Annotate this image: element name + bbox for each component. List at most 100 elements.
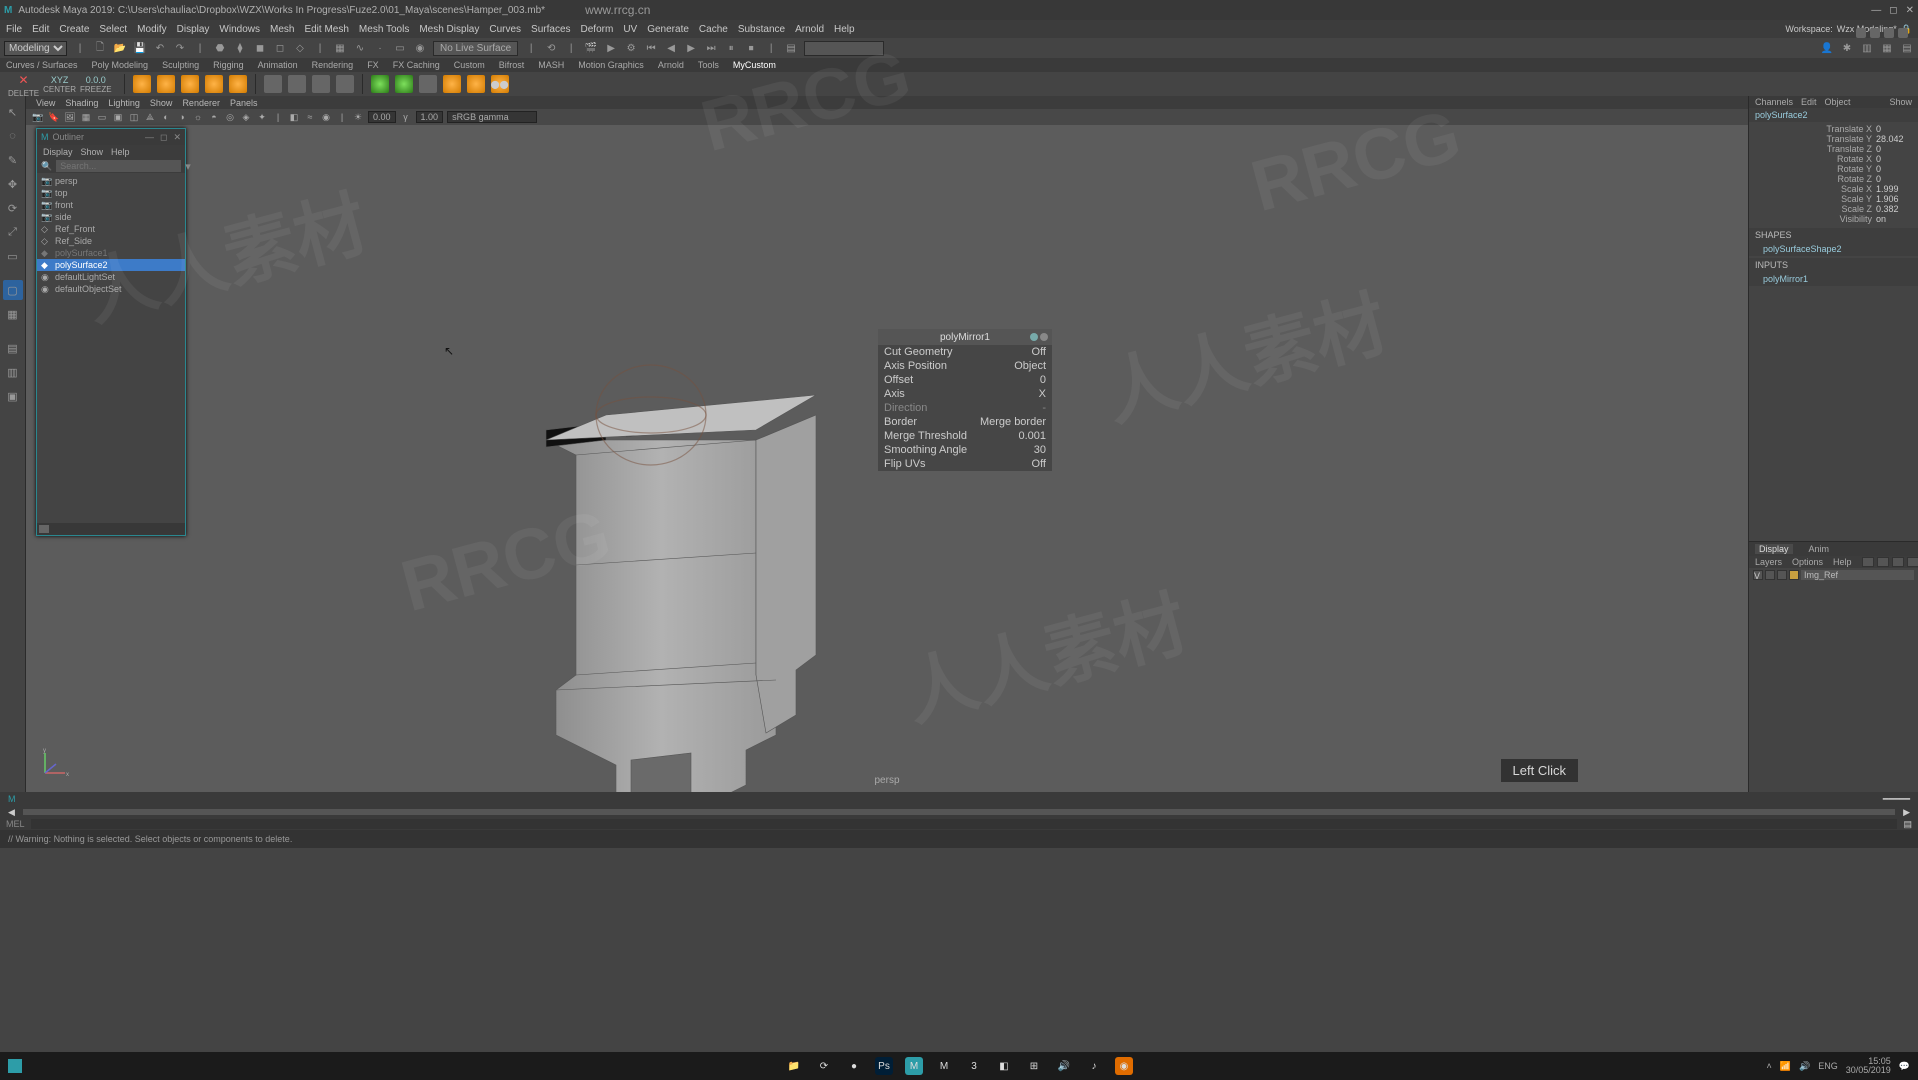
minimize-icon[interactable]: — bbox=[145, 132, 154, 143]
play-start-icon[interactable]: ⏮ bbox=[644, 41, 658, 55]
shelf-tab[interactable]: Tools bbox=[698, 60, 719, 70]
snap-plane-icon[interactable]: ▭ bbox=[393, 41, 407, 55]
xray-joint-icon[interactable]: ✦ bbox=[256, 111, 268, 123]
select-tool-icon[interactable]: ↖ bbox=[3, 102, 23, 122]
res-gate-icon[interactable]: ▣ bbox=[112, 111, 124, 123]
menu-help[interactable]: Help bbox=[834, 24, 855, 35]
account-icon[interactable]: 👤 bbox=[1820, 41, 1834, 55]
poly-cylinder-icon[interactable] bbox=[181, 75, 199, 93]
open-scene-icon[interactable]: 📂 bbox=[113, 41, 127, 55]
toolbox-toggle-icon[interactable]: ▥ bbox=[1860, 41, 1874, 55]
cb-input-name[interactable]: polyMirror1 bbox=[1749, 272, 1918, 286]
smooth-icon[interactable] bbox=[336, 75, 354, 93]
layer-name[interactable]: Img_Ref bbox=[1801, 570, 1914, 580]
poly-sphere-icon[interactable] bbox=[133, 75, 151, 93]
four-view-icon[interactable]: ▦ bbox=[3, 304, 23, 324]
vp-menu-shading[interactable]: Shading bbox=[65, 98, 98, 108]
cb-tab-show[interactable]: Show bbox=[1889, 97, 1912, 107]
gamma-icon[interactable]: γ bbox=[400, 111, 412, 123]
undo-icon[interactable]: ↶ bbox=[153, 41, 167, 55]
app-maya2-icon[interactable]: M bbox=[935, 1057, 953, 1075]
layer-btn-icon[interactable] bbox=[1907, 557, 1918, 567]
camera-select-icon[interactable]: 📷 bbox=[32, 111, 44, 123]
bool-diff-icon[interactable] bbox=[395, 75, 413, 93]
menu-editmesh[interactable]: Edit Mesh bbox=[304, 24, 348, 35]
single-view-icon[interactable]: ▢ bbox=[3, 280, 23, 300]
hud-dot-icon[interactable] bbox=[1030, 333, 1038, 341]
layer-btn-icon[interactable] bbox=[1892, 557, 1904, 567]
new-scene-icon[interactable]: 🗋 bbox=[93, 41, 107, 55]
search-field[interactable] bbox=[804, 41, 884, 56]
paint-tool-icon[interactable]: ✎ bbox=[3, 150, 23, 170]
menu-meshdisplay[interactable]: Mesh Display bbox=[419, 24, 479, 35]
app-maya-icon[interactable]: M bbox=[905, 1057, 923, 1075]
film-gate-icon[interactable]: ▭ bbox=[96, 111, 108, 123]
sel-face-icon[interactable]: ◼ bbox=[253, 41, 267, 55]
exposure-icon[interactable]: ☀ bbox=[352, 111, 364, 123]
poly-cube-icon[interactable] bbox=[157, 75, 175, 93]
layer-btn-icon[interactable] bbox=[1877, 557, 1889, 567]
layer-type-icon[interactable] bbox=[1777, 570, 1787, 580]
bookmark-icon[interactable]: 🔖 bbox=[48, 111, 60, 123]
menu-generate[interactable]: Generate bbox=[647, 24, 689, 35]
layer-menu-help[interactable]: Help bbox=[1833, 557, 1852, 567]
app-generic-icon[interactable]: ⊞ bbox=[1025, 1057, 1043, 1075]
outliner-menu-show[interactable]: Show bbox=[81, 147, 104, 157]
outliner-menu-display[interactable]: Display bbox=[43, 147, 73, 157]
outliner-menu-help[interactable]: Help bbox=[111, 147, 130, 157]
outliner-panel[interactable]: M Outliner — ◻ ✕ Display Show Help 🔍 ▾ 📷… bbox=[36, 128, 186, 536]
outliner-search-input[interactable] bbox=[56, 160, 181, 172]
vp-config-icon[interactable] bbox=[1884, 28, 1894, 38]
menu-display[interactable]: Display bbox=[177, 24, 210, 35]
lasso-tool-icon[interactable]: ◌ bbox=[3, 126, 23, 146]
aa-icon[interactable]: ◉ bbox=[320, 111, 332, 123]
layer-tab-display[interactable]: Display bbox=[1755, 544, 1793, 554]
close-icon[interactable]: ✕ bbox=[1906, 5, 1914, 16]
layer-row[interactable]: V Img_Ref bbox=[1749, 568, 1918, 582]
menu-select[interactable]: Select bbox=[99, 24, 127, 35]
render-settings-icon[interactable]: ⚙ bbox=[624, 41, 638, 55]
app-generic-icon[interactable]: ◧ bbox=[995, 1057, 1013, 1075]
play-prev-icon[interactable]: ◀ bbox=[664, 41, 678, 55]
maximize-icon[interactable]: ◻ bbox=[1889, 5, 1897, 16]
attr-editor-icon[interactable]: ▦ bbox=[1880, 41, 1894, 55]
menu-deform[interactable]: Deform bbox=[581, 24, 614, 35]
menu-surfaces[interactable]: Surfaces bbox=[531, 24, 570, 35]
poly-plane-icon[interactable] bbox=[205, 75, 223, 93]
move-tool-icon[interactable]: ✥ bbox=[3, 174, 23, 194]
app-obs-icon[interactable]: ● bbox=[845, 1057, 863, 1075]
bool-union-icon[interactable] bbox=[371, 75, 389, 93]
snap-grid-icon[interactable]: ▦ bbox=[333, 41, 347, 55]
cb-tab-object[interactable]: Object bbox=[1825, 97, 1851, 107]
app-explorer-icon[interactable]: 📁 bbox=[785, 1057, 803, 1075]
menu-modify[interactable]: Modify bbox=[137, 24, 166, 35]
tray-lang-icon[interactable]: ENG bbox=[1818, 1061, 1838, 1071]
menu-windows[interactable]: Windows bbox=[219, 24, 260, 35]
timeline[interactable]: M ━━━━━ bbox=[0, 792, 1918, 806]
shelf-tab[interactable]: Bifrost bbox=[499, 60, 525, 70]
menu-file[interactable]: File bbox=[6, 24, 22, 35]
grid-icon[interactable]: ▦ bbox=[80, 111, 92, 123]
app-3dsmax-icon[interactable]: 3 bbox=[965, 1057, 983, 1075]
scale-tool-icon[interactable]: ⤢ bbox=[3, 222, 23, 242]
sel-uv-icon[interactable]: ◇ bbox=[293, 41, 307, 55]
poly-torus-icon[interactable] bbox=[229, 75, 247, 93]
extract-icon[interactable] bbox=[312, 75, 330, 93]
render-icon[interactable]: 🎬 bbox=[584, 41, 598, 55]
cb-tab-channels[interactable]: Channels bbox=[1755, 97, 1793, 107]
cb-tab-edit[interactable]: Edit bbox=[1801, 97, 1817, 107]
layout-b-icon[interactable]: ▥ bbox=[3, 362, 23, 382]
range-start-icon[interactable]: ◀ bbox=[8, 807, 15, 818]
shelf-tab[interactable]: Curves / Surfaces bbox=[6, 60, 78, 70]
layer-tab-anim[interactable]: Anim bbox=[1809, 544, 1830, 554]
cb-shape-name[interactable]: polySurfaceShape2 bbox=[1749, 242, 1918, 256]
gamma-field[interactable]: 1.00 bbox=[416, 111, 444, 123]
range-track[interactable] bbox=[23, 809, 1895, 815]
layer-menu-layers[interactable]: Layers bbox=[1755, 557, 1782, 567]
menu-arnold[interactable]: Arnold bbox=[795, 24, 824, 35]
channel-box-icon[interactable]: ▤ bbox=[1900, 41, 1914, 55]
mode-selector[interactable]: Modeling bbox=[4, 41, 67, 56]
vp-menu-renderer[interactable]: Renderer bbox=[182, 98, 220, 108]
sel-edge-icon[interactable]: ⧫ bbox=[233, 41, 247, 55]
layer-btn-icon[interactable] bbox=[1862, 557, 1874, 567]
